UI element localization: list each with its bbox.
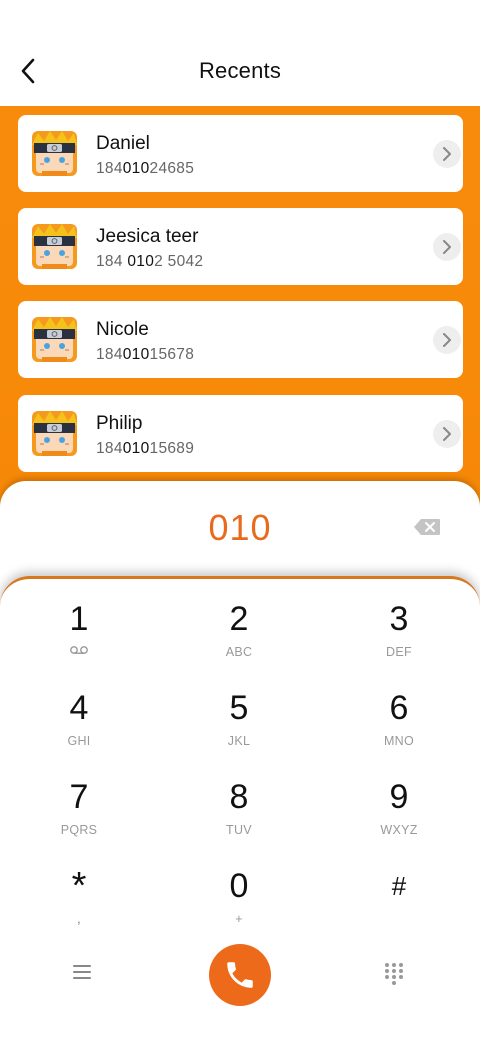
- key-letters: TUV: [226, 823, 252, 837]
- details-button[interactable]: [433, 326, 461, 354]
- voicemail-icon: [19, 644, 139, 658]
- key-letters: DEF: [386, 645, 412, 659]
- key-letters: MNO: [383, 734, 415, 748]
- key-digit: 6: [389, 689, 409, 727]
- key-letters: ,: [77, 912, 81, 926]
- chevron-right-icon: [443, 333, 451, 347]
- key-letters: GHI: [67, 734, 91, 748]
- backspace-icon: [414, 519, 440, 535]
- key-digit: 1: [69, 600, 89, 638]
- dialpad-icon: [385, 963, 403, 985]
- key-7[interactable]: 7 PQRS: [19, 760, 139, 840]
- contact-card-jeesica[interactable]: Jeesica teer 184 0102 5042: [18, 208, 463, 285]
- details-button[interactable]: [433, 420, 461, 448]
- page-title: Recents: [198, 58, 282, 83]
- menu-button[interactable]: [72, 963, 98, 987]
- key-digit: #: [391, 871, 407, 901]
- contact-card-nicole[interactable]: Nicole 18401015678: [18, 301, 463, 378]
- backspace-button[interactable]: [413, 518, 441, 536]
- bottom-action-bar: [0, 940, 480, 1010]
- key-letters: WXYZ: [380, 823, 418, 837]
- phone-icon: [227, 962, 253, 988]
- key-digit: 3: [389, 600, 409, 638]
- key-star[interactable]: * ,: [19, 849, 139, 929]
- menu-icon: [73, 965, 91, 979]
- key-letters: ABC: [225, 645, 253, 659]
- key-letters: PQRS: [60, 823, 98, 837]
- call-button[interactable]: [209, 944, 271, 1006]
- key-9[interactable]: 9 WXYZ: [339, 760, 459, 840]
- details-button[interactable]: [433, 140, 461, 168]
- key-digit: 2: [229, 600, 249, 638]
- key-0[interactable]: 0 +: [179, 849, 299, 929]
- avatar: [32, 411, 77, 456]
- chevron-right-icon: [443, 427, 451, 441]
- key-digit: 7: [69, 778, 89, 816]
- contact-name: Daniel: [96, 133, 150, 154]
- contact-name: Jeesica teer: [96, 226, 199, 247]
- contact-card-daniel[interactable]: Daniel 18401024685: [18, 115, 463, 192]
- key-digit: 4: [69, 689, 89, 727]
- key-digit: 0: [229, 867, 249, 905]
- contact-name: Nicole: [96, 319, 149, 340]
- key-6[interactable]: 6 MNO: [339, 671, 459, 751]
- key-hash[interactable]: #: [339, 849, 459, 929]
- contact-card-philip[interactable]: Philip 18401015689: [18, 395, 463, 472]
- avatar: [32, 317, 77, 362]
- contact-number: 184 0102 5042: [96, 253, 204, 270]
- contact-name: Philip: [96, 413, 143, 434]
- contact-number: 18401015678: [96, 346, 195, 363]
- header: Recents: [0, 0, 480, 106]
- avatar: [32, 131, 77, 176]
- key-1[interactable]: 1: [19, 582, 139, 662]
- contact-number: 18401015689: [96, 440, 195, 457]
- key-4[interactable]: 4 GHI: [19, 671, 139, 751]
- key-5[interactable]: 5 JKL: [179, 671, 299, 751]
- key-3[interactable]: 3 DEF: [339, 582, 459, 662]
- key-letters: +: [235, 912, 243, 926]
- key-2[interactable]: 2 ABC: [179, 582, 299, 662]
- recents-list: Daniel 18401024685 Jeesica teer 184 0102: [0, 106, 480, 526]
- key-digit: 5: [229, 689, 249, 727]
- dialpad-toggle-button[interactable]: [384, 962, 406, 988]
- key-digit: 9: [389, 778, 409, 816]
- key-digit: 8: [229, 778, 249, 816]
- contact-number: 18401024685: [96, 160, 195, 177]
- key-8[interactable]: 8 TUV: [179, 760, 299, 840]
- details-button[interactable]: [433, 233, 461, 261]
- key-digit: *: [71, 865, 87, 907]
- dialed-number[interactable]: 010: [0, 507, 480, 549]
- key-letters: JKL: [227, 734, 251, 748]
- chevron-right-icon: [443, 240, 451, 254]
- chevron-right-icon: [443, 147, 451, 161]
- avatar: [32, 224, 77, 269]
